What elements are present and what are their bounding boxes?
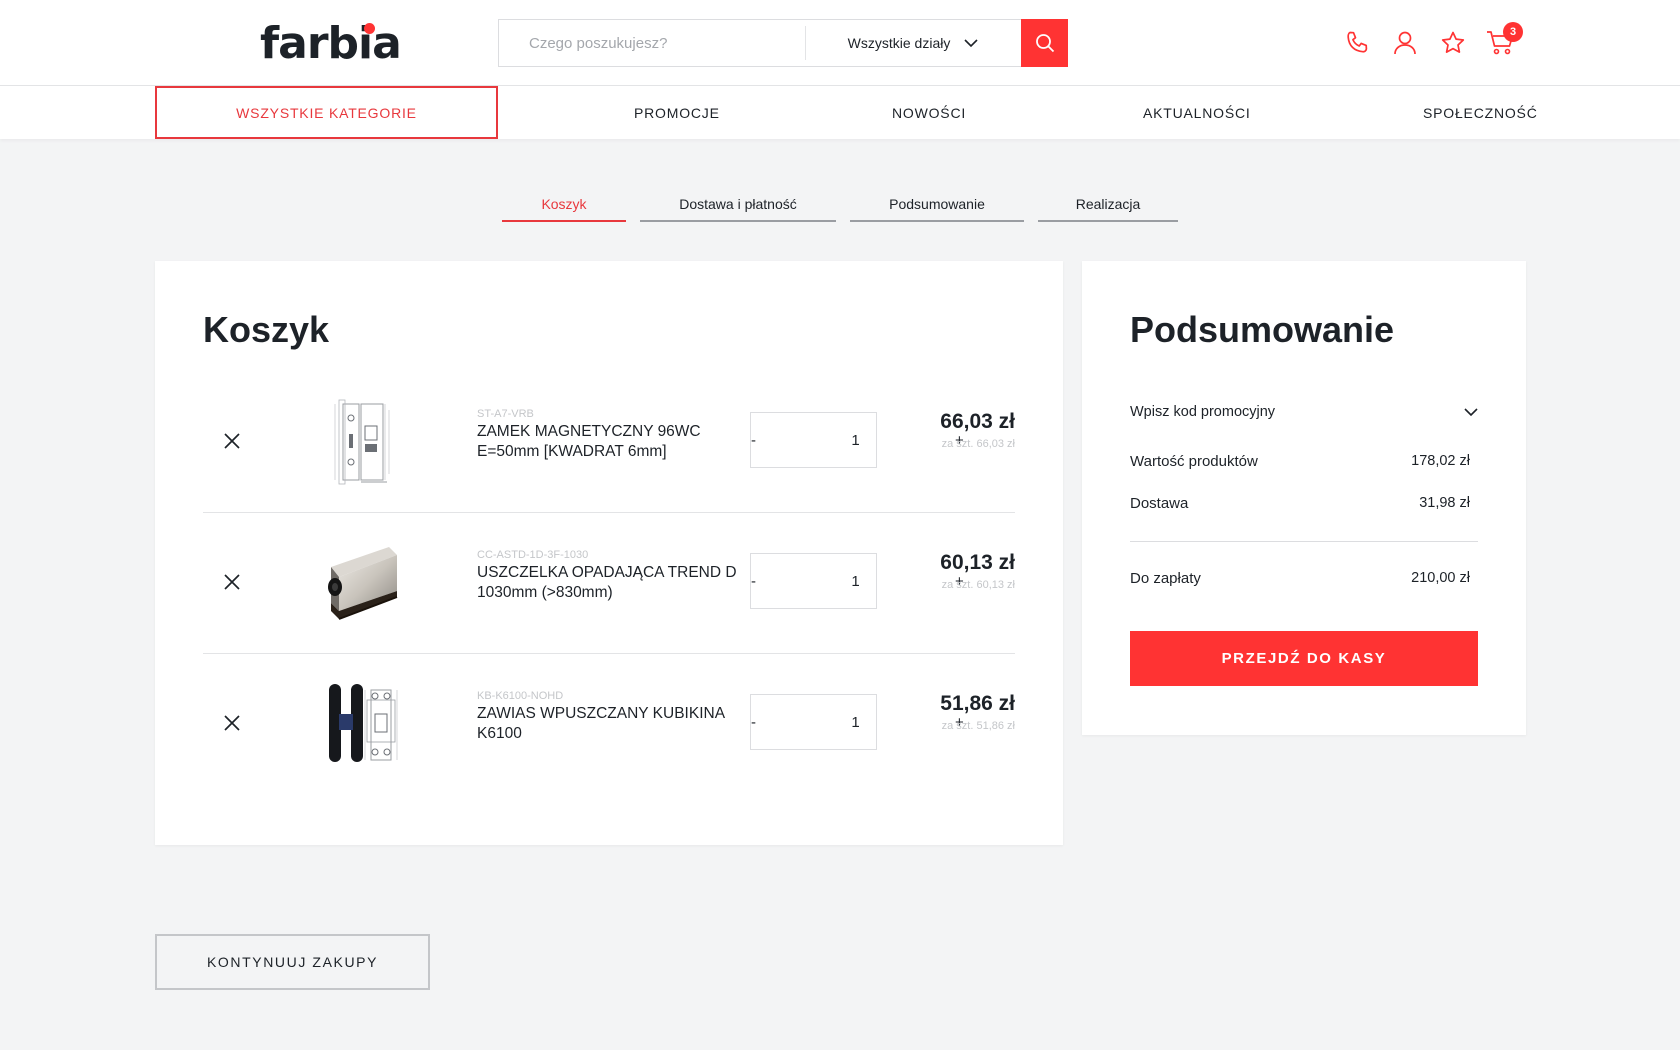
quantity-input[interactable] [756,554,955,608]
farbia-logo[interactable]: farbia [260,18,402,70]
product-sku: KB-K6100-NOHD [477,690,564,702]
magnetic-lock-drawing-image [334,399,390,485]
product-image[interactable] [309,537,409,627]
search-input[interactable] [499,20,805,66]
cart-title: Koszyk [203,309,330,350]
delivery-label: Dostawa [1130,495,1189,512]
cart-button[interactable]: 3 [1477,22,1525,60]
summary-divider [1130,541,1478,542]
quantity-stepper: - + [750,694,964,750]
item-total-price: 66,03 zł [940,410,1015,433]
item-total-price: 51,86 zł [940,692,1015,715]
main-nav: WSZYSTKIE KATEGORIE PROMOCJE NOWOŚCI AKT… [0,86,1680,139]
item-total-price: 60,13 zł [940,551,1015,574]
item-unit-price: za szt. 60,13 zł [941,579,1015,591]
favorites-button[interactable] [1429,26,1477,60]
search-button[interactable] [1021,19,1068,67]
search-bar: Wszystkie działy [498,19,1068,67]
search-icon [1035,34,1054,53]
chevron-down-icon [964,38,978,47]
concealed-hinge-image [329,684,398,762]
delivery-line: Dostawa 31,98 zł [1130,495,1470,512]
close-icon [224,574,240,590]
total-line: Do zapłaty 210,00 zł [1130,570,1470,587]
user-icon [1394,31,1416,55]
delivery-value: 31,98 zł [1419,495,1470,511]
nav-item-spolecznosc[interactable]: SPOŁECZNOŚĆ [1423,86,1538,139]
remove-item-button[interactable] [219,710,245,736]
nav-item-nowosci[interactable]: NOWOŚCI [892,86,966,139]
cart-item: CC-ASTD-1D-3F-1030 USZCZELKA OPADAJĄCA T… [203,513,1015,654]
cart-item: KB-K6100-NOHD ZAWIAS WPUSZCZANY KUBIKINA… [203,654,1015,795]
quantity-input[interactable] [756,695,955,749]
account-button[interactable] [1381,26,1429,60]
cart-panel: Koszyk ST-A7-VRB ZAMEK MAGNETYCZNY 96WC … [155,261,1063,845]
product-name[interactable]: ZAWIAS WPUSZCZANY KUBIKINA K6100 [477,704,737,744]
nav-item-aktualnosci[interactable]: AKTUALNOŚCI [1143,86,1251,139]
chevron-down-icon [1464,407,1478,416]
phone-button[interactable] [1333,26,1381,60]
product-name[interactable]: ZAMEK MAGNETYCZNY 96WC E=50mm [KWADRAT 6… [477,422,737,462]
products-value-line: Wartość produktów 178,02 zł [1130,453,1470,470]
door-seal-image [328,547,398,620]
star-icon [1441,31,1465,53]
category-select-label: Wszystkie działy [847,35,951,51]
promo-code-label: Wpisz kod promocyjny [1130,404,1276,420]
product-name[interactable]: USZCZELKA OPADAJĄCA TREND D 1030mm (>830… [477,563,737,603]
promo-code-toggle[interactable]: Wpisz kod promocyjny [1130,400,1478,424]
quantity-input[interactable] [756,413,955,467]
close-icon [224,715,240,731]
product-image[interactable] [309,396,409,486]
cart-count-badge: 3 [1503,22,1523,42]
continue-shopping-button[interactable]: KONTYNUUJ ZAKUPY [155,934,430,990]
step-podsumowanie[interactable]: Podsumowanie [850,186,1024,222]
cart-item: ST-A7-VRB ZAMEK MAGNETYCZNY 96WC E=50mm … [203,372,1015,513]
summary-title: Podsumowanie [1130,309,1395,350]
product-image[interactable] [309,678,409,768]
quantity-stepper: - + [750,412,964,468]
remove-item-button[interactable] [219,428,245,454]
total-label: Do zapłaty [1130,570,1201,587]
category-select[interactable]: Wszystkie działy [806,20,1020,66]
products-value: 178,02 zł [1411,453,1470,469]
logo-red-dot [364,23,375,34]
remove-item-button[interactable] [219,569,245,595]
total-value: 210,00 zł [1411,570,1470,586]
step-dostawa[interactable]: Dostawa i płatność [640,186,836,222]
step-koszyk[interactable]: Koszyk [502,186,626,222]
checkout-button[interactable]: PRZEJDŹ DO KASY [1130,631,1478,686]
header-icons: 3 [1333,22,1525,60]
item-unit-price: za szt. 51,86 zł [941,720,1015,732]
site-header: farbia Wszystkie działy 3 [0,0,1680,86]
checkout-steps: Koszyk Dostawa i płatność Podsumowanie R… [0,186,1680,222]
nav-all-categories[interactable]: WSZYSTKIE KATEGORIE [155,86,498,139]
nav-item-promocje[interactable]: PROMOCJE [634,86,720,139]
summary-panel: Podsumowanie Wpisz kod promocyjny Wartoś… [1082,261,1526,735]
quantity-stepper: - + [750,553,964,609]
product-sku: ST-A7-VRB [477,408,534,420]
phone-icon [1347,31,1368,53]
item-unit-price: za szt. 66,03 zł [941,438,1015,450]
close-icon [224,433,240,449]
products-value-label: Wartość produktów [1130,453,1258,470]
step-realizacja[interactable]: Realizacja [1038,186,1178,222]
product-sku: CC-ASTD-1D-3F-1030 [477,549,589,561]
